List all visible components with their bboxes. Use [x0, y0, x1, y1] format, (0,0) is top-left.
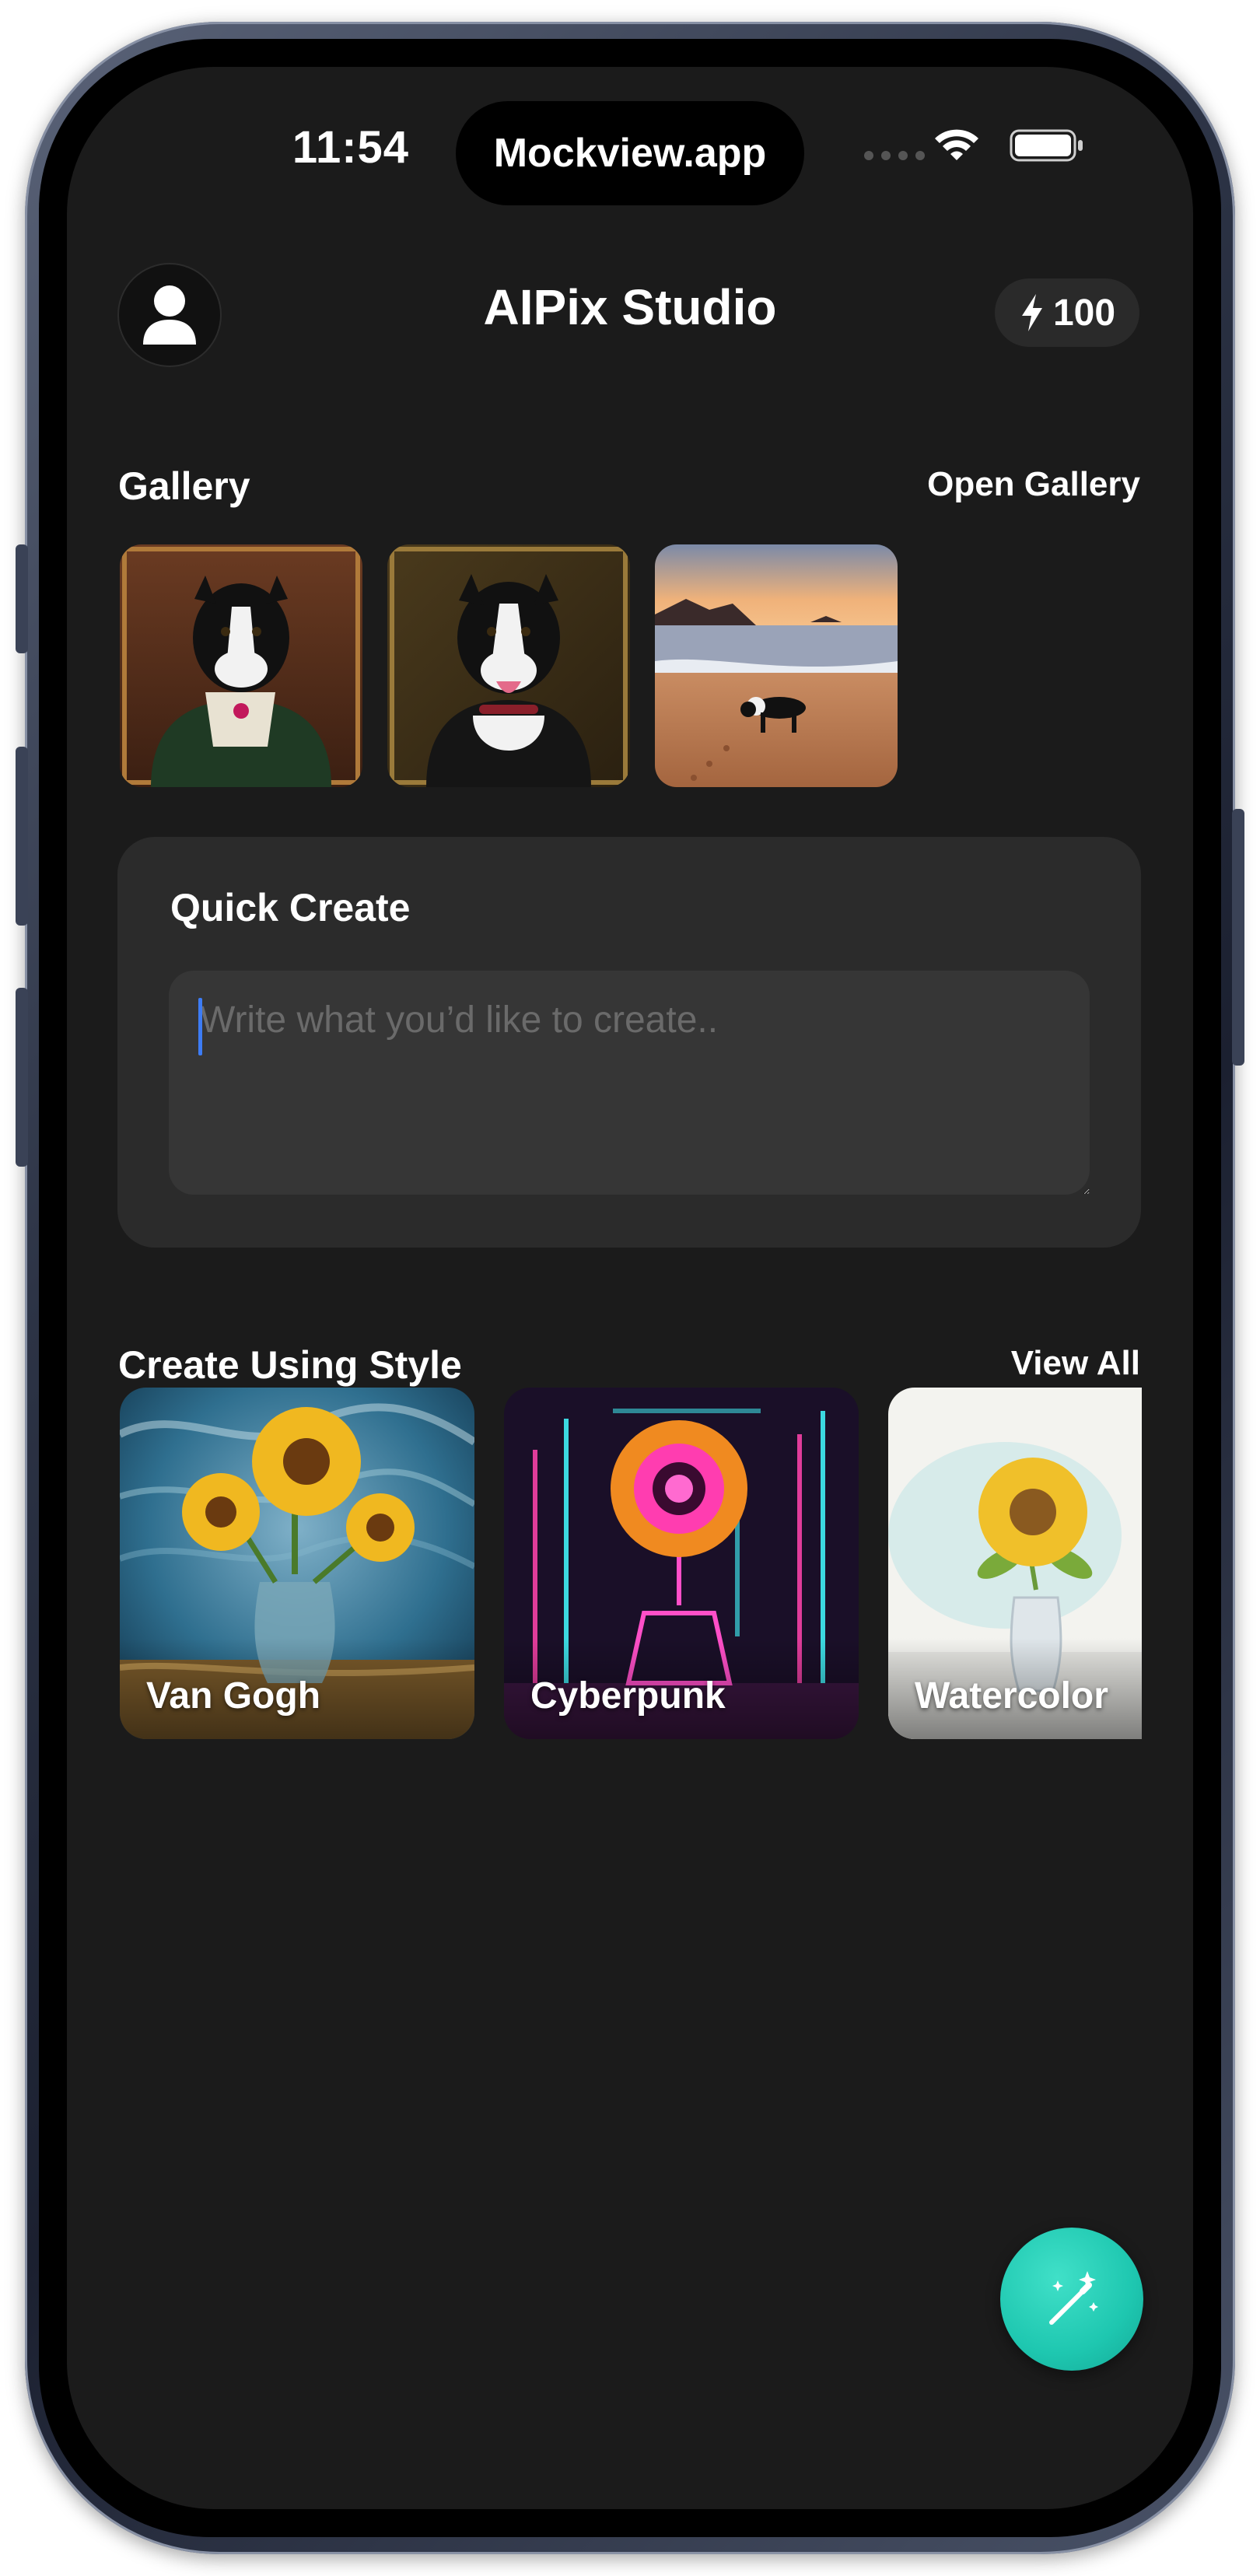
app-title: AIPix Studio — [483, 279, 777, 335]
power-button — [1232, 809, 1244, 1066]
style-label: Cyberpunk — [530, 1675, 726, 1717]
user-icon — [143, 285, 196, 345]
dog-portrait-image — [120, 544, 362, 787]
action-button — [16, 544, 28, 653]
create-fab-button[interactable] — [1000, 2228, 1143, 2371]
dog-portrait-image — [387, 544, 630, 787]
style-label: Van Gogh — [146, 1675, 321, 1717]
open-gallery-link[interactable]: Open Gallery — [845, 465, 1140, 504]
text-caret — [198, 998, 202, 1055]
gallery-thumbnail[interactable] — [120, 544, 362, 787]
dynamic-island: Mockview.app — [456, 101, 804, 205]
style-card-watercolor[interactable]: Watercolor — [888, 1388, 1142, 1739]
app-screen: 11:54 Mockview.app AIPix Studio 100 Gall… — [67, 67, 1193, 2509]
gallery-title: Gallery — [118, 464, 250, 508]
magic-wand-icon — [1049, 2271, 1098, 2325]
gallery-thumbnail[interactable] — [387, 544, 630, 787]
volume-down-button — [16, 988, 28, 1167]
island-label: Mockview.app — [493, 131, 767, 176]
profile-button[interactable] — [117, 263, 222, 367]
battery-icon — [1010, 129, 1083, 162]
quick-create-title: Quick Create — [170, 886, 411, 929]
signal-dots — [864, 151, 925, 160]
credits-badge[interactable]: 100 — [995, 278, 1139, 347]
dog-beach-image — [655, 544, 898, 787]
prompt-input[interactable] — [169, 971, 1090, 1195]
styles-title: Create Using Style — [118, 1343, 462, 1387]
quick-create-card: Quick Create — [117, 837, 1141, 1248]
bolt-icon — [1021, 294, 1042, 331]
credits-count: 100 — [1052, 292, 1116, 334]
style-label: Watercolor — [915, 1675, 1108, 1717]
wifi-icon — [935, 129, 978, 160]
style-card-cyberpunk[interactable]: Cyberpunk — [504, 1388, 859, 1739]
style-card-van-gogh[interactable]: Van Gogh — [120, 1388, 474, 1739]
status-time: 11:54 — [292, 122, 410, 173]
gallery-thumbnail[interactable] — [655, 544, 898, 787]
volume-up-button — [16, 747, 28, 926]
view-all-link[interactable]: View All — [845, 1344, 1140, 1383]
